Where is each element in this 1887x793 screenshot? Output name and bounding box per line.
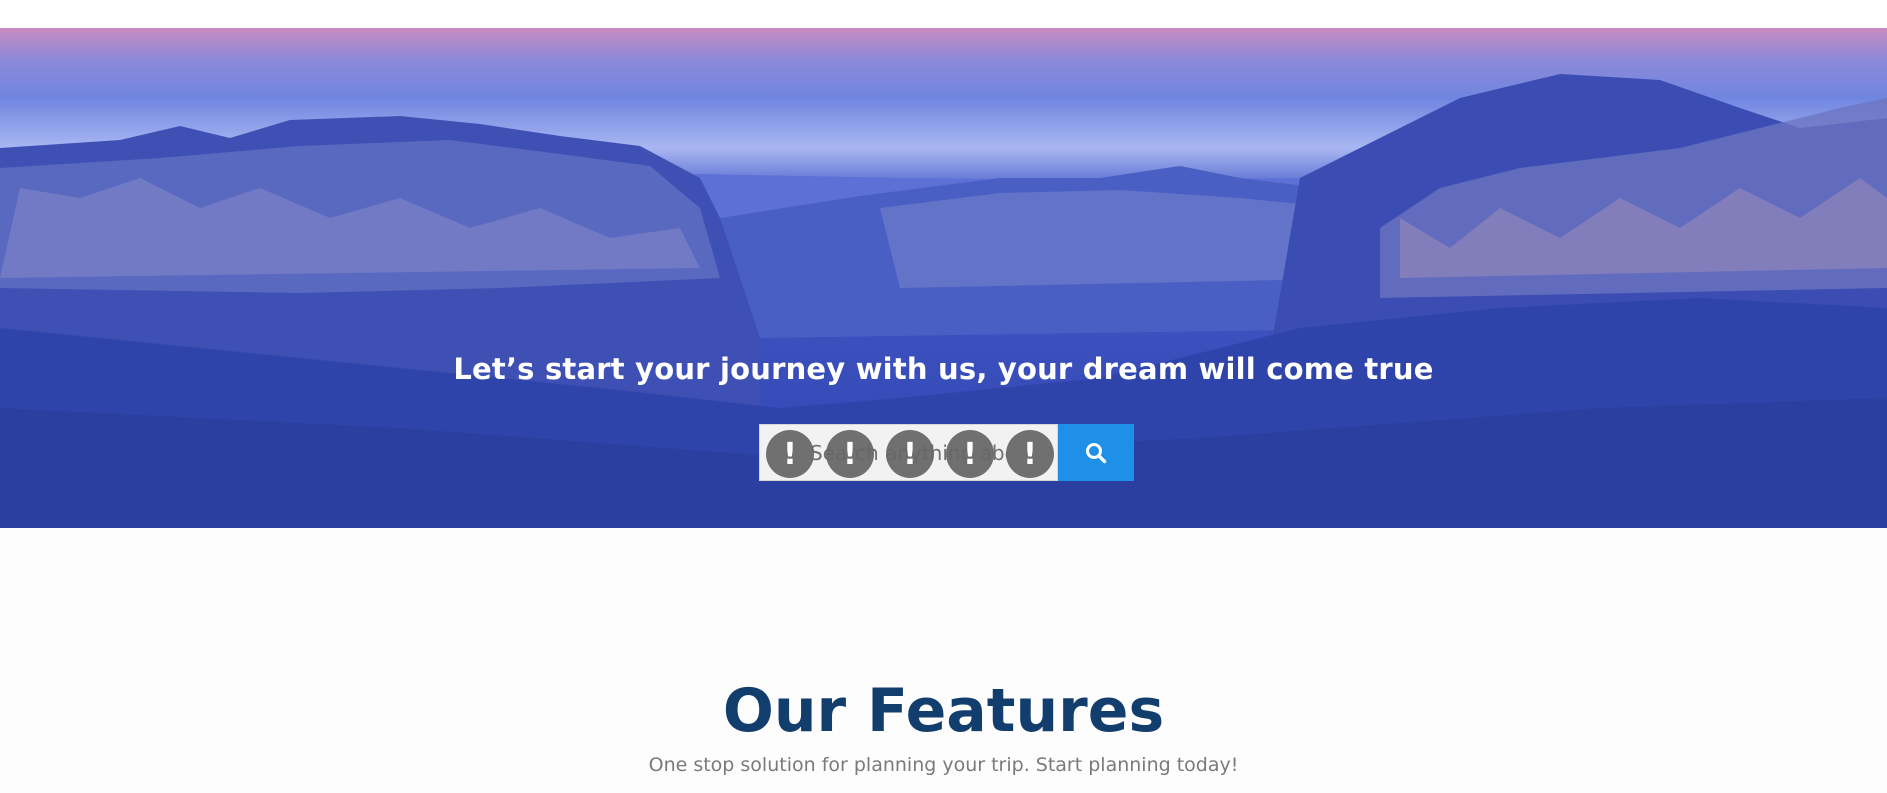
search-input[interactable] [760, 425, 1057, 480]
search-icon [1086, 442, 1107, 463]
search-field-wrapper: ! ! ! ! ! [759, 424, 1058, 481]
page: Let’s start your journey with us, your d… [0, 0, 1887, 793]
hero-banner: Let’s start your journey with us, your d… [0, 28, 1887, 528]
hero-tagline: Let’s start your journey with us, your d… [453, 352, 1434, 386]
features-title: Our Features [722, 676, 1165, 746]
features-subtitle: One stop solution for planning your trip… [648, 754, 1239, 776]
search-form: ! ! ! ! ! [759, 424, 1134, 481]
search-button[interactable] [1058, 424, 1134, 481]
top-bar [0, 0, 1887, 28]
